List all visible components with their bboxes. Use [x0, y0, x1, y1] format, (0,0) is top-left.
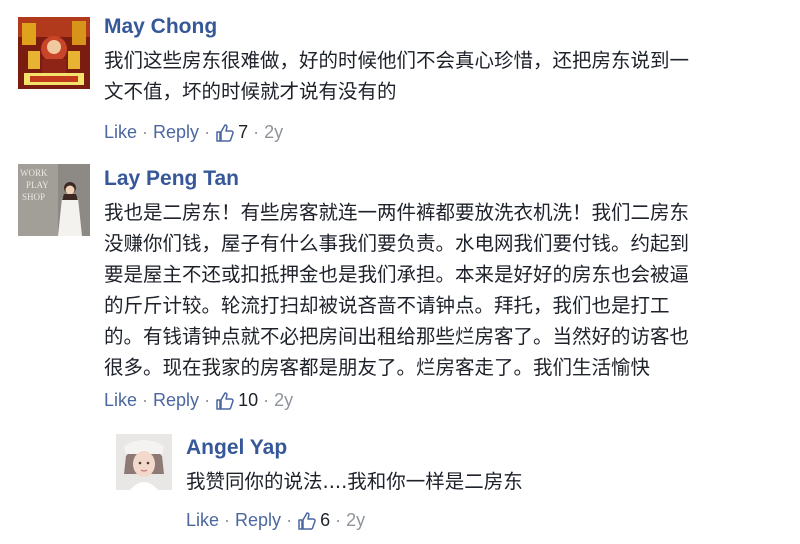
comment-age[interactable]: 2y [346, 510, 365, 531]
reply-link[interactable]: Reply [235, 510, 281, 531]
separator-dot: · [204, 390, 211, 410]
like-link[interactable]: Like [104, 390, 137, 411]
comment-actions: Like · Reply · 7 · 2y [104, 122, 283, 143]
comment-text: 我赞同你的说法....我和你一样是二房东 [186, 470, 523, 493]
avatar[interactable] [18, 17, 90, 89]
comment-text: 我也是二房东！有些房客就连一两件裤都要放洗衣机洗！我们二房东 没赚你们钱，屋子有… [104, 201, 690, 379]
avatar-image [116, 434, 172, 490]
comment-actions: Like · Reply · 10 · 2y [104, 390, 293, 411]
comment-text: 我们这些房东很难做，好的时候他们不会真心珍惜，还把房东说到一 文不值，坏的时候就… [104, 49, 690, 103]
comment-author[interactable]: May Chong [104, 15, 217, 39]
avatar[interactable]: WORK PLAY SHOP [18, 164, 90, 236]
svg-text:PLAY: PLAY [26, 180, 49, 190]
separator-dot: · [204, 122, 211, 142]
reply-link[interactable]: Reply [153, 390, 199, 411]
separator-dot: · [142, 390, 149, 410]
separator-dot: · [142, 122, 149, 142]
comment-author[interactable]: Angel Yap [186, 436, 287, 460]
comment-age[interactable]: 2y [274, 390, 293, 411]
svg-text:SHOP: SHOP [22, 192, 45, 202]
thumbs-up-icon[interactable] [215, 391, 235, 411]
avatar-image [18, 17, 90, 89]
like-link[interactable]: Like [104, 122, 137, 143]
thumbs-up-icon[interactable] [215, 123, 235, 143]
comment-age[interactable]: 2y [264, 122, 283, 143]
comment-author[interactable]: Lay Peng Tan [104, 167, 239, 191]
reply-link[interactable]: Reply [153, 122, 199, 143]
like-count[interactable]: 7 [238, 122, 248, 143]
separator-dot: · [224, 510, 231, 530]
separator-dot: · [263, 390, 270, 410]
avatar[interactable] [116, 434, 172, 490]
like-count[interactable]: 10 [238, 390, 258, 411]
separator-dot: · [286, 510, 293, 530]
separator-dot: · [253, 122, 260, 142]
like-count[interactable]: 6 [320, 510, 330, 531]
thumbs-up-icon[interactable] [297, 511, 317, 531]
like-link[interactable]: Like [186, 510, 219, 531]
separator-dot: · [335, 510, 342, 530]
svg-text:WORK: WORK [20, 168, 48, 178]
comment-actions: Like · Reply · 6 · 2y [186, 510, 365, 531]
avatar-image: WORK PLAY SHOP [18, 164, 90, 236]
